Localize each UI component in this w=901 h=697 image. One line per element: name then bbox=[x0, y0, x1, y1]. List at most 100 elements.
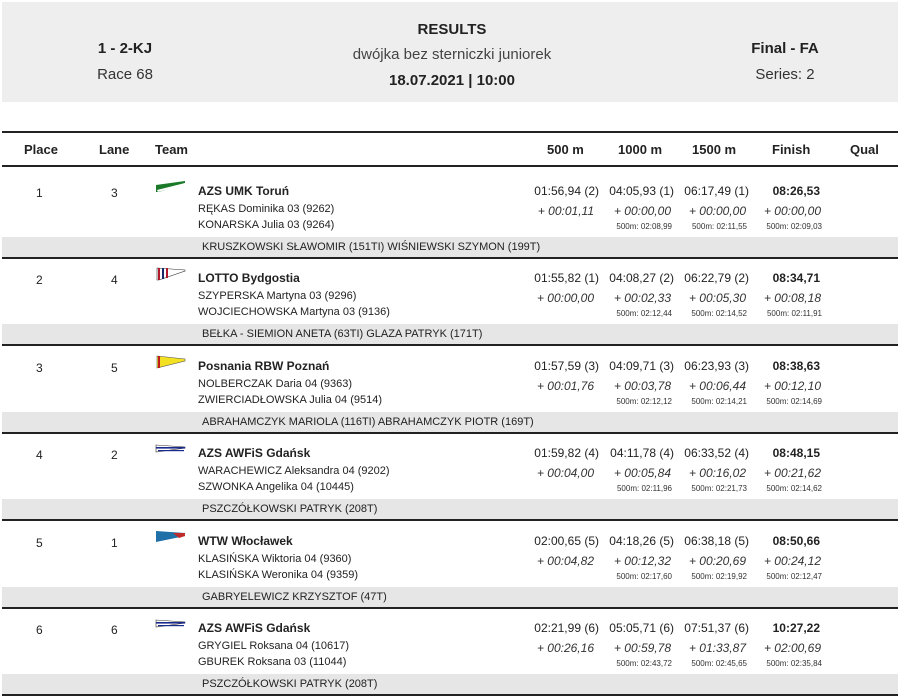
split-pace-finish: 500m: 02:11,91 bbox=[766, 309, 822, 318]
split-500m-time: 02:00,65 (5) bbox=[534, 534, 599, 548]
finish-time: 08:50,66 bbox=[772, 534, 820, 548]
split-500m-time: 02:21,99 (6) bbox=[534, 621, 599, 635]
delta-500m: + 00:01,11 bbox=[537, 204, 594, 218]
results-header: 1 - 2-KJ Race 68 RESULTS dwójka bez ster… bbox=[2, 2, 898, 102]
split-pace-finish: 500m: 02:35,84 bbox=[766, 659, 822, 668]
table-row: 2 4 LOTTO Bydgostia SZYPERSKA Martyna 03 (9… bbox=[2, 259, 898, 346]
coach-bar: ABRAHAMCZYK MARIOLA (116TI) ABRAHAMCZYK … bbox=[2, 412, 898, 432]
column-1500m: 1500 m bbox=[692, 142, 737, 157]
table-row: 3 5 Posnania RBW Poznań NOLBERCZAK Daria 04… bbox=[2, 347, 898, 434]
split-pace-1500m: 500m: 02:21,73 bbox=[691, 484, 747, 493]
azs-awfis-gdansk-flag-icon bbox=[155, 442, 187, 456]
lane-cell: 6 bbox=[111, 623, 118, 637]
column-1000m: 1000 m bbox=[618, 142, 663, 157]
split-1000m-time: 05:05,71 (6) bbox=[609, 621, 674, 635]
lane-cell: 4 bbox=[111, 273, 118, 287]
posnania-rbw-flag-icon bbox=[155, 355, 187, 369]
coach-bar: PSZCZÓŁKOWSKI PATRYK (208T) bbox=[2, 674, 898, 694]
split-1000m-time: 04:09,71 (3) bbox=[609, 359, 674, 373]
finish-time: 08:26,53 bbox=[772, 184, 820, 198]
coach-bar: GABRYELEWICZ KRZYSZTOF (47T) bbox=[2, 587, 898, 607]
finish-time: 10:27,22 bbox=[772, 621, 820, 635]
split-pace-1000m: 500m: 02:12,12 bbox=[616, 397, 672, 406]
place-cell: 4 bbox=[36, 448, 43, 462]
final-label: Final - FA bbox=[751, 40, 819, 57]
delta-1000m: + 00:05,84 bbox=[613, 466, 671, 480]
delta-1000m: + 00:03,78 bbox=[613, 379, 671, 393]
table-header: Place Lane Team 500 m 1000 m 1500 m Fini… bbox=[2, 131, 898, 167]
coach-bar: PSZCZÓŁKOWSKI PATRYK (208T) bbox=[2, 499, 898, 519]
place-cell: 3 bbox=[36, 361, 43, 375]
place-cell: 5 bbox=[36, 536, 43, 550]
delta-1000m: + 00:02,33 bbox=[613, 291, 671, 305]
column-lane: Lane bbox=[99, 142, 130, 157]
results-title: RESULTS bbox=[417, 21, 487, 38]
lotto-bydgostia-flag-icon bbox=[155, 267, 187, 281]
delta-1000m: + 00:12,32 bbox=[613, 554, 671, 568]
finish-time: 08:34,71 bbox=[772, 271, 820, 285]
split-pace-finish: 500m: 02:12,47 bbox=[766, 572, 822, 581]
split-1500m-time: 07:51,37 (6) bbox=[684, 621, 749, 635]
coaches: ABRAHAMCZYK MARIOLA (116TI) ABRAHAMCZYK … bbox=[202, 416, 534, 428]
delta-finish: + 00:08,18 bbox=[763, 291, 821, 305]
delta-1500m: + 00:05,30 bbox=[688, 291, 746, 305]
rower-1: GRYGIEL Roksana 04 (10617) bbox=[198, 640, 350, 652]
place-cell: 1 bbox=[36, 186, 43, 200]
lane-cell: 5 bbox=[111, 361, 118, 375]
table-row: 5 1 WTW Włocławek KLASIŃSKA Wiktoria 04 (93… bbox=[2, 522, 898, 609]
delta-1500m: + 00:00,00 bbox=[688, 204, 746, 218]
split-pace-finish: 500m: 02:14,69 bbox=[766, 397, 822, 406]
rower-1: NOLBERCZAK Daria 04 (9363) bbox=[198, 378, 353, 390]
event-code: 1 - 2-KJ bbox=[97, 40, 153, 57]
split-500m-time: 01:59,82 (4) bbox=[534, 446, 599, 460]
split-1500m-time: 06:33,52 (4) bbox=[684, 446, 749, 460]
team-name: AZS AWFiS Gdańsk bbox=[198, 621, 311, 635]
delta-finish: + 02:00,69 bbox=[763, 641, 821, 655]
delta-1500m: + 00:20,69 bbox=[688, 554, 746, 568]
coaches: PSZCZÓŁKOWSKI PATRYK (208T) bbox=[202, 503, 378, 515]
row-divider bbox=[2, 344, 898, 346]
delta-500m: + 00:26,16 bbox=[536, 641, 594, 655]
split-500m-time: 01:57,59 (3) bbox=[534, 359, 599, 373]
rower-2: ZWIERCIADŁOWSKA Julia 04 (9514) bbox=[198, 394, 383, 406]
event-name: dwójka bez sterniczki juniorek bbox=[352, 46, 552, 63]
split-pace-1500m: 500m: 02:11,55 bbox=[691, 222, 747, 231]
split-500m-time: 01:56,94 (2) bbox=[534, 184, 599, 198]
lane-cell: 2 bbox=[111, 448, 118, 462]
rower-1: SZYPERSKA Martyna 03 (9296) bbox=[198, 290, 357, 302]
split-pace-1500m: 500m: 02:19,92 bbox=[691, 572, 747, 581]
results-page: 1 - 2-KJ Race 68 RESULTS dwójka bez ster… bbox=[0, 0, 901, 697]
series-label: Series: 2 bbox=[755, 66, 815, 83]
split-pace-1000m: 500m: 02:17,60 bbox=[616, 572, 672, 581]
team-name: WTW Włocławek bbox=[198, 534, 293, 548]
finish-time: 08:38,63 bbox=[772, 359, 820, 373]
results-title-block: RESULTS dwójka bez sterniczki juniorek 1… bbox=[252, 20, 652, 91]
delta-finish: + 00:24,12 bbox=[763, 554, 821, 568]
delta-500m: + 00:04,00 bbox=[536, 466, 594, 480]
team-name: AZS AWFiS Gdańsk bbox=[198, 446, 311, 460]
split-pace-finish: 500m: 02:14,62 bbox=[766, 484, 822, 493]
split-pace-1000m: 500m: 02:43,72 bbox=[616, 659, 672, 668]
rower-2: KLASIŃSKA Weronika 04 (9359) bbox=[198, 569, 358, 581]
split-500m-time: 01:55,82 (1) bbox=[534, 271, 599, 285]
finish-time: 08:48,15 bbox=[772, 446, 820, 460]
rower-2: WOJCIECHOWSKA Martyna 03 (9136) bbox=[198, 306, 390, 318]
rower-2: SZWONKA Angelika 04 (10445) bbox=[198, 481, 354, 493]
table-row: 6 6 AZS AWFiS Gdańsk GRYGIEL Roksana 04 (10… bbox=[2, 609, 898, 696]
lane-cell: 3 bbox=[111, 186, 118, 200]
split-pace-finish: 500m: 02:09,03 bbox=[766, 222, 822, 231]
split-1500m-time: 06:38,18 (5) bbox=[684, 534, 749, 548]
azs-awfis-gdansk-flag-icon bbox=[155, 617, 187, 631]
table-row: 4 2 AZS AWFiS Gdańsk WARACHEWICZ Aleksandra… bbox=[2, 434, 898, 521]
split-1000m-time: 04:05,93 (1) bbox=[609, 184, 674, 198]
delta-1500m: + 01:33,87 bbox=[688, 641, 746, 655]
delta-1500m: + 00:06,44 bbox=[688, 379, 746, 393]
table-row: 1 3 AZS UMK Toruń RĘKAS Dominika 03 (9262) K… bbox=[2, 172, 898, 259]
place-cell: 6 bbox=[36, 623, 43, 637]
delta-1500m: + 00:16,02 bbox=[688, 466, 746, 480]
delta-finish: + 00:12,10 bbox=[763, 379, 821, 393]
azs-umk-torun-flag-icon bbox=[155, 180, 187, 194]
rower-1: KLASIŃSKA Wiktoria 04 (9360) bbox=[198, 553, 352, 565]
delta-1000m: + 00:59,78 bbox=[613, 641, 671, 655]
team-name: Posnania RBW Poznań bbox=[198, 359, 330, 373]
